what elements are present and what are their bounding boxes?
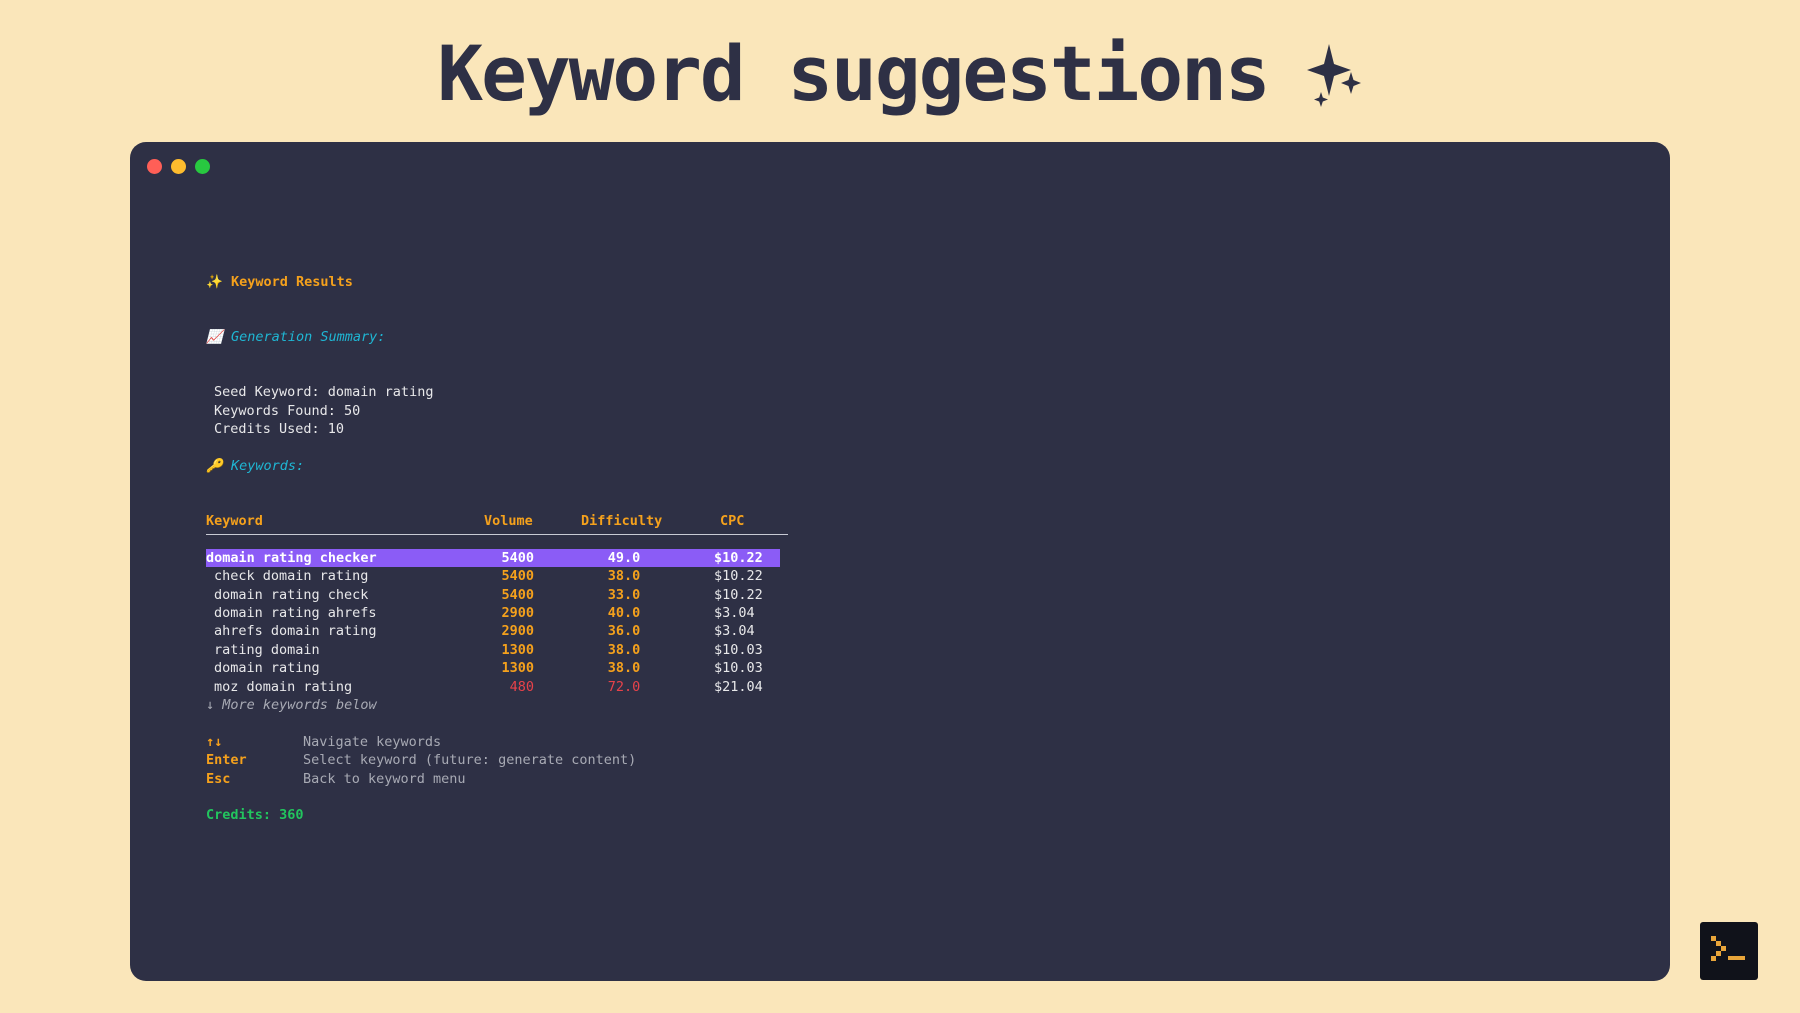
volume-cell: 480 xyxy=(509,678,534,695)
terminal-logo-icon xyxy=(1700,922,1758,980)
help-description: Select keyword (future: generate content… xyxy=(303,752,637,769)
difficulty-cell: 40.0 xyxy=(607,605,641,622)
table-row-selected[interactable]: domain rating checker 5400 49.0 $10.22 xyxy=(206,548,780,568)
help-key: Esc xyxy=(206,770,231,787)
more-keywords-hint: ↓ More keywords below xyxy=(206,696,377,713)
keywords-heading-text: Keywords: xyxy=(230,457,305,474)
key-icon: 🔑 xyxy=(206,457,223,474)
table-row[interactable]: ahrefs domain rating 2900 36.0 $3.04 xyxy=(206,622,780,640)
keyword-cell: moz domain rating xyxy=(214,678,353,695)
difficulty-cell: 38.0 xyxy=(607,568,641,585)
keyword-cell: domain rating ahrefs xyxy=(214,605,377,622)
keyword-cell: rating domain xyxy=(214,641,320,658)
volume-cell: 5400 xyxy=(501,549,534,566)
cpc-cell: $21.04 xyxy=(714,678,763,695)
cpc-cell: $10.22 xyxy=(714,568,763,585)
column-header-difficulty: Difficulty xyxy=(581,513,663,530)
credits-balance: Credits: 360 xyxy=(206,807,304,824)
table-row[interactable]: domain rating check 5400 33.0 $10.22 xyxy=(206,586,780,604)
cpc-cell: $3.04 xyxy=(714,623,755,640)
summary-heading-text: Generation Summary: xyxy=(230,329,386,346)
summary-heading: 📈 Generation Summary: xyxy=(206,328,780,346)
table-row[interactable]: check domain rating 5400 38.0 $10.22 xyxy=(206,567,780,585)
results-heading: ✨ Keyword Results xyxy=(206,274,353,290)
keyword-cell: domain rating checker xyxy=(206,549,377,566)
chart-icon: 📈 xyxy=(206,329,223,346)
keywords-heading: 🔑 Keywords: xyxy=(206,457,780,475)
column-header-keyword: Keyword xyxy=(206,513,263,530)
cpc-cell: $10.03 xyxy=(714,660,763,677)
column-header-volume: Volume xyxy=(484,513,533,530)
seed-keyword-line: Seed Keyword: domain rating xyxy=(214,384,434,401)
keyword-cell: domain rating check xyxy=(214,586,369,603)
volume-cell: 5400 xyxy=(501,568,534,585)
slide-title: Keyword suggestions xyxy=(0,18,1800,128)
credits-used-line: Credits Used: 10 xyxy=(214,421,345,438)
help-key: Enter xyxy=(206,752,247,769)
difficulty-cell: 36.0 xyxy=(607,623,641,640)
volume-cell: 5400 xyxy=(501,586,534,603)
table-divider xyxy=(206,530,788,548)
cpc-cell: $10.22 xyxy=(714,549,763,566)
difficulty-cell: 72.0 xyxy=(607,678,641,695)
volume-cell: 2900 xyxy=(501,605,534,622)
terminal-output: ✨ Keyword Results 📈 Generation Summary: … xyxy=(206,273,788,825)
cpc-cell: $3.04 xyxy=(714,605,755,622)
difficulty-cell: 38.0 xyxy=(607,641,641,658)
help-select: Enter Select keyword (future: generate c… xyxy=(206,751,780,769)
help-description: Navigate keywords xyxy=(303,733,442,750)
table-row[interactable]: moz domain rating 480 72.0 $21.04 xyxy=(206,678,780,696)
keyword-cell: domain rating xyxy=(214,660,320,677)
terminal-window: ✨ Keyword Results 📈 Generation Summary: … xyxy=(130,142,1670,981)
volume-cell: 1300 xyxy=(501,660,534,677)
table-header: Keyword Volume Difficulty CPC xyxy=(206,512,780,530)
difficulty-cell: 33.0 xyxy=(607,586,641,603)
help-key: ↑↓ xyxy=(206,733,223,750)
volume-cell: 2900 xyxy=(501,623,534,640)
close-window-button[interactable] xyxy=(147,159,162,174)
volume-cell: 1300 xyxy=(501,641,534,658)
page-title: Keyword suggestions xyxy=(437,28,1270,118)
table-row[interactable]: domain rating ahrefs 2900 40.0 $3.04 xyxy=(206,604,780,622)
keyword-cell: ahrefs domain rating xyxy=(214,623,377,640)
table-row[interactable]: rating domain 1300 38.0 $10.03 xyxy=(206,641,780,659)
cpc-cell: $10.03 xyxy=(714,641,763,658)
help-navigate: ↑↓ Navigate keywords xyxy=(206,733,780,751)
keyword-cell: check domain rating xyxy=(214,568,369,585)
sparkles-icon xyxy=(1306,44,1361,107)
keywords-found-line: Keywords Found: 50 xyxy=(214,402,361,419)
table-row[interactable]: domain rating 1300 38.0 $10.03 xyxy=(206,659,780,677)
difficulty-cell: 38.0 xyxy=(607,660,641,677)
minimize-window-button[interactable] xyxy=(171,159,186,174)
terminal-prompt-icon xyxy=(1711,936,1745,961)
help-description: Back to keyword menu xyxy=(303,770,466,787)
column-header-cpc: CPC xyxy=(720,513,745,530)
maximize-window-button[interactable] xyxy=(195,159,210,174)
cpc-cell: $10.22 xyxy=(714,586,763,603)
help-back: Esc Back to keyword menu xyxy=(206,770,780,788)
difficulty-cell: 49.0 xyxy=(607,549,641,566)
results-heading-text: Keyword Results xyxy=(230,274,353,290)
